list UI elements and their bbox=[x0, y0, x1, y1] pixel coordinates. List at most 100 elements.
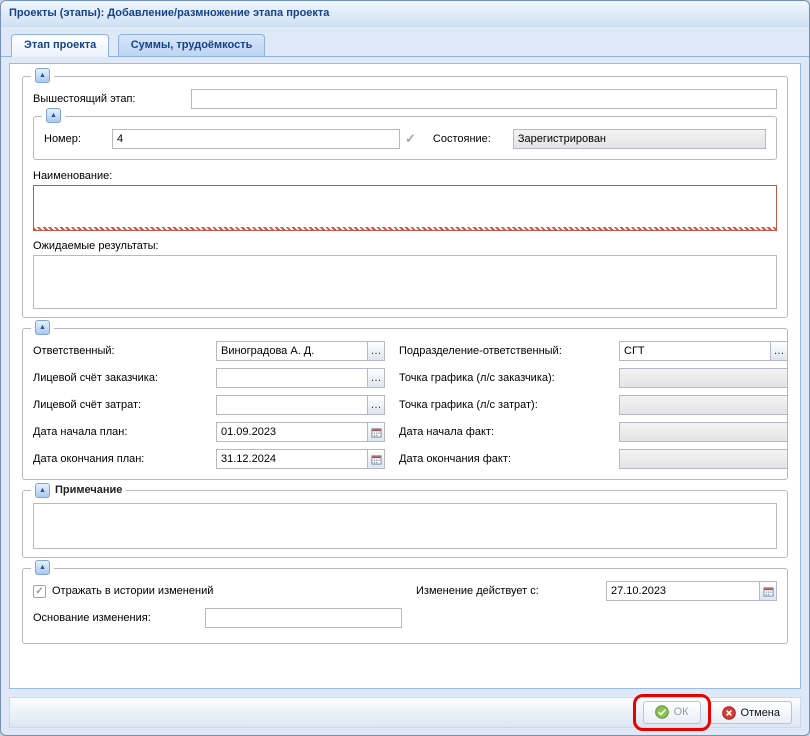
date-end-plan-row: Дата окончания план: bbox=[33, 449, 385, 469]
state-label: Состояние: bbox=[433, 133, 513, 145]
date-end-fact-row: Дата окончания факт: bbox=[399, 449, 788, 469]
date-end-plan-label: Дата окончания план: bbox=[33, 453, 216, 465]
date-end-plan-calendar-button[interactable] bbox=[367, 449, 385, 469]
history-checkbox[interactable]: ✓ bbox=[33, 585, 46, 598]
tab-label: Суммы, трудоёмкость bbox=[131, 39, 253, 51]
number-checked-icon: ✓ bbox=[405, 131, 416, 147]
collapse-icon[interactable]: ▲ bbox=[35, 560, 50, 575]
fieldset-header: ▲ bbox=[31, 320, 54, 335]
change-date-label: Изменение действует с: bbox=[416, 585, 606, 597]
collapse-icon[interactable]: ▲ bbox=[35, 483, 50, 498]
ellipsis-icon: … bbox=[371, 371, 382, 385]
customer-account-picker-button[interactable]: … bbox=[367, 368, 385, 388]
state-input bbox=[513, 129, 766, 149]
date-start-fact-label: Дата начала факт: bbox=[399, 426, 619, 438]
tab-project-stage[interactable]: Этап проекта bbox=[11, 34, 109, 57]
fieldset-header: ▲ bbox=[42, 108, 65, 123]
change-date-calendar-button[interactable] bbox=[759, 581, 777, 601]
calendar-icon bbox=[371, 427, 382, 438]
footer-toolbar: ОК Отмена bbox=[9, 697, 801, 728]
note-legend: Примечание bbox=[55, 482, 122, 498]
responsible-row: Ответственный: … bbox=[33, 341, 385, 361]
customer-account-row: Лицевой счёт заказчика: … bbox=[33, 368, 385, 388]
state-field bbox=[513, 129, 766, 149]
department-label: Подразделение-ответственный: bbox=[399, 345, 619, 357]
calendar-icon bbox=[371, 454, 382, 465]
fieldset-header: ▲ Примечание bbox=[31, 482, 126, 498]
graph-point-customer-input bbox=[619, 368, 788, 388]
responsible-input[interactable] bbox=[216, 341, 368, 361]
name-label: Наименование: bbox=[33, 170, 777, 182]
parent-stage-field bbox=[191, 89, 777, 109]
costs-account-picker-button[interactable]: … bbox=[367, 395, 385, 415]
graph-point-costs-row: Точка графика (л/с затрат): bbox=[399, 395, 788, 415]
change-reason-label: Основание изменения: bbox=[33, 612, 205, 624]
parent-stage-input[interactable] bbox=[191, 89, 777, 109]
ok-button[interactable]: ОК bbox=[643, 701, 701, 724]
change-reason-input[interactable] bbox=[205, 608, 402, 628]
results-textarea[interactable] bbox=[33, 255, 777, 309]
cancel-x-icon bbox=[722, 706, 736, 720]
collapse-icon[interactable]: ▲ bbox=[35, 320, 50, 335]
graph-point-customer-row: Точка графика (л/с заказчика): bbox=[399, 368, 788, 388]
date-start-plan-row: Дата начала план: bbox=[33, 422, 385, 442]
history-checkbox-label: Отражать в истории изменений bbox=[52, 585, 213, 597]
department-input[interactable] bbox=[619, 341, 771, 361]
results-label: Ожидаемые результаты: bbox=[33, 240, 777, 252]
ok-check-icon bbox=[655, 705, 669, 719]
fieldset-change-history: ▲ ✓ Отражать в истории изменений Изменен… bbox=[22, 568, 788, 644]
left-column: Ответственный: … Лицевой счёт заказчика:… bbox=[33, 341, 385, 471]
customer-account-label: Лицевой счёт заказчика: bbox=[33, 372, 216, 384]
graph-point-costs-input bbox=[619, 395, 788, 415]
name-textarea[interactable] bbox=[33, 185, 777, 231]
ok-button-label: ОК bbox=[674, 706, 689, 718]
number-label: Номер: bbox=[44, 133, 112, 145]
department-picker-button[interactable]: … bbox=[770, 341, 788, 361]
fieldset-number-state: ▲ Номер: ✓ Состояние: bbox=[33, 116, 777, 160]
date-start-plan-label: Дата начала план: bbox=[33, 426, 216, 438]
date-end-fact-input bbox=[619, 449, 788, 469]
change-date-input[interactable] bbox=[606, 581, 760, 601]
number-state-row: Номер: ✓ Состояние: bbox=[44, 129, 766, 149]
right-column: Подразделение-ответственный: … Точка гра… bbox=[399, 341, 788, 471]
collapse-icon[interactable]: ▲ bbox=[46, 108, 61, 123]
window-title: Проекты (этапы): Добавление/размножение … bbox=[9, 7, 329, 19]
fieldset-header: ▲ bbox=[31, 68, 54, 83]
responsible-picker-button[interactable]: … bbox=[367, 341, 385, 361]
change-date-row: Изменение действует с: bbox=[416, 581, 777, 601]
window-titlebar[interactable]: Проекты (этапы): Добавление/размножение … bbox=[1, 1, 809, 27]
tab-strip: Этап проекта Суммы, трудоёмкость bbox=[1, 27, 809, 57]
fieldset-note: ▲ Примечание bbox=[22, 490, 788, 558]
parent-stage-row: Вышестоящий этап: bbox=[33, 89, 777, 109]
date-end-fact-label: Дата окончания факт: bbox=[399, 453, 619, 465]
change-reason-row: Основание изменения: bbox=[33, 608, 402, 628]
costs-account-label: Лицевой счёт затрат: bbox=[33, 399, 216, 411]
collapse-icon[interactable]: ▲ bbox=[35, 68, 50, 83]
ellipsis-icon: … bbox=[371, 344, 382, 358]
cancel-button[interactable]: Отмена bbox=[710, 701, 792, 724]
cancel-button-label: Отмена bbox=[741, 707, 780, 719]
tab-sums-labor[interactable]: Суммы, трудоёмкость bbox=[118, 34, 266, 56]
history-checkbox-row: ✓ Отражать в истории изменений bbox=[33, 581, 402, 601]
fieldset-header: ▲ bbox=[31, 560, 54, 575]
dialog-window: Проекты (этапы): Добавление/размножение … bbox=[0, 0, 810, 736]
graph-point-costs-label: Точка графика (л/с затрат): bbox=[399, 399, 619, 411]
graph-point-customer-label: Точка графика (л/с заказчика): bbox=[399, 372, 619, 384]
ellipsis-icon: … bbox=[371, 398, 382, 412]
form-panel: ▲ Вышестоящий этап: ▲ Номер: ✓ Состояние… bbox=[9, 63, 801, 689]
department-row: Подразделение-ответственный: … bbox=[399, 341, 788, 361]
date-start-plan-input[interactable] bbox=[216, 422, 368, 442]
date-start-fact-row: Дата начала факт: bbox=[399, 422, 788, 442]
number-input[interactable] bbox=[112, 129, 400, 149]
date-end-plan-input[interactable] bbox=[216, 449, 368, 469]
date-start-fact-input bbox=[619, 422, 788, 442]
parent-stage-label: Вышестоящий этап: bbox=[33, 93, 191, 105]
costs-account-input[interactable] bbox=[216, 395, 368, 415]
note-textarea[interactable] bbox=[33, 503, 777, 549]
ellipsis-icon: … bbox=[774, 344, 785, 358]
date-start-plan-calendar-button[interactable] bbox=[367, 422, 385, 442]
responsible-label: Ответственный: bbox=[33, 345, 216, 357]
fieldset-responsible-dates: ▲ Ответственный: … Лицевой счёт заказчик… bbox=[22, 328, 788, 480]
customer-account-input[interactable] bbox=[216, 368, 368, 388]
fieldset-stage-info: ▲ Вышестоящий этап: ▲ Номер: ✓ Состояние… bbox=[22, 76, 788, 318]
